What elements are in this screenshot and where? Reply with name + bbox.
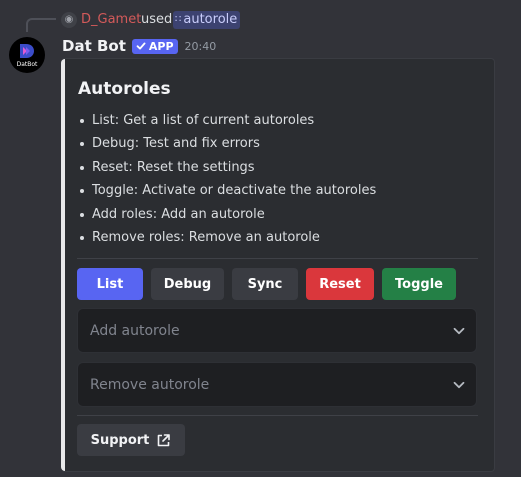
reply-command-label: autorole	[183, 12, 238, 27]
bot-avatar-label: DatBot	[16, 61, 38, 68]
sync-button[interactable]: Sync	[232, 268, 298, 300]
reply-context: ◉ D_Gamet used ∷ autorole	[0, 0, 521, 34]
bot-name[interactable]: Dat Bot	[62, 37, 126, 55]
app-badge-label: APP	[148, 39, 174, 53]
reply-command[interactable]: ∷ autorole	[173, 11, 241, 29]
message-timestamp[interactable]: 20:40	[185, 40, 217, 53]
embed-divider	[77, 415, 478, 416]
list-item: Debug: Test and fix errors	[78, 133, 376, 156]
remove-autorole-placeholder: Remove autorole	[90, 377, 210, 393]
reply-verb: used	[141, 12, 173, 27]
remove-autorole-select[interactable]: Remove autorole	[77, 362, 477, 407]
embed-list: List: Get a list of current autoroles De…	[78, 110, 376, 250]
app-badge: APP	[131, 38, 178, 54]
list-button[interactable]: List	[77, 268, 143, 300]
debug-button[interactable]: Debug	[151, 268, 224, 300]
support-button-label: Support	[90, 432, 150, 448]
list-item: Remove roles: Remove an autorole	[78, 227, 376, 250]
list-item: List: Get a list of current autoroles	[78, 110, 376, 133]
add-autorole-placeholder: Add autorole	[90, 323, 180, 339]
embed-title: Autoroles	[78, 79, 171, 99]
list-item: Add roles: Add an autorole	[78, 204, 376, 227]
list-item: Reset: Reset the settings	[78, 157, 376, 180]
slash-command-icon: ∷	[175, 14, 182, 25]
external-link-icon	[158, 433, 171, 446]
chevron-down-icon	[453, 327, 465, 335]
bot-logo-icon	[20, 44, 34, 58]
embed-card: Autoroles List: Get a list of current au…	[61, 58, 495, 472]
reset-button[interactable]: Reset	[306, 268, 374, 300]
toggle-button[interactable]: Toggle	[382, 268, 456, 300]
list-item: Toggle: Activate or deactivate the autor…	[78, 180, 376, 203]
bot-avatar[interactable]: DatBot	[9, 37, 45, 73]
support-button[interactable]: Support	[77, 424, 185, 456]
embed-divider	[77, 258, 478, 259]
message-header: Dat Bot APP 20:40	[62, 36, 216, 56]
add-autorole-select[interactable]: Add autorole	[77, 308, 477, 353]
verified-check-icon	[136, 42, 146, 50]
reply-connector	[26, 18, 56, 32]
reply-username[interactable]: D_Gamet	[81, 12, 141, 28]
chevron-down-icon	[453, 381, 465, 389]
embed-accent-bar	[61, 59, 65, 471]
reply-avatar-icon[interactable]: ◉	[61, 12, 77, 28]
